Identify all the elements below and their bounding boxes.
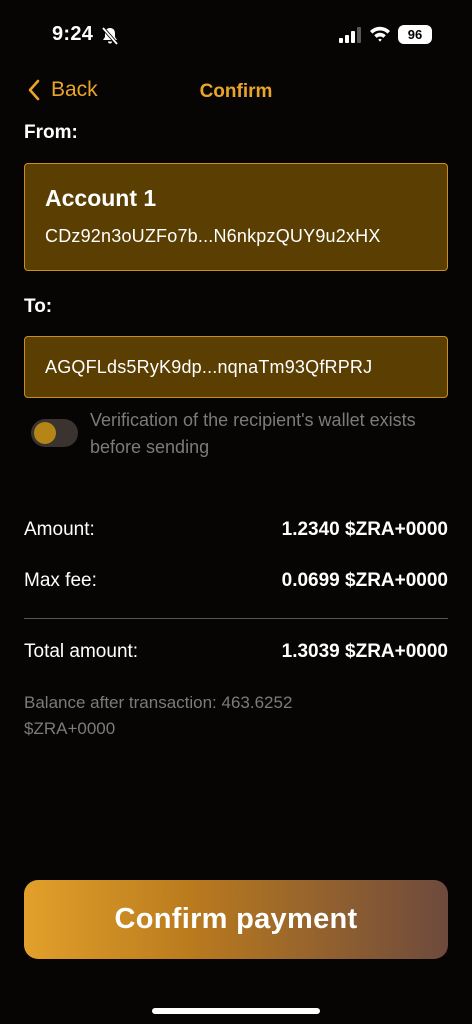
wifi-icon [370, 26, 390, 42]
nav-bar: Back Confirm [0, 72, 472, 112]
battery-indicator: 96 [398, 25, 432, 44]
total-label: Total amount: [24, 641, 139, 662]
status-bar: 9:24 96 [0, 0, 472, 62]
amount-row: Amount: 1.2340 $ZRA+0000 [24, 519, 448, 541]
fee-label: Max fee: [24, 570, 97, 591]
battery-level: 96 [407, 27, 423, 42]
bell-muted-icon [101, 26, 119, 46]
status-time: 9:24 [52, 23, 94, 45]
to-label: To: [24, 296, 53, 317]
confirm-payment-button[interactable]: Confirm payment [24, 880, 448, 959]
amount-value: 1.2340 $ZRA+0000 [281, 519, 448, 540]
balance-after-text: Balance after transaction: 463.6252 $ZRA… [24, 693, 293, 738]
to-address: AGQFLds5RyK9dp...nqnaTm93QfRPRJ [45, 356, 373, 377]
from-account-card: Account 1 CDz92n3oUZFo7b...N6nkpzQUY9u2x… [24, 163, 448, 271]
account-name: Account 1 [45, 185, 157, 211]
fee-row: Max fee: 0.0699 $ZRA+0000 [24, 570, 448, 592]
home-indicator [152, 1008, 320, 1014]
total-value: 1.3039 $ZRA+0000 [281, 641, 448, 662]
summary-divider [24, 618, 448, 619]
to-address-field[interactable]: AGQFLds5RyK9dp...nqnaTm93QfRPRJ [24, 336, 448, 398]
from-address: CDz92n3oUZFo7b...N6nkpzQUY9u2xHX [45, 226, 381, 246]
amount-label: Amount: [24, 519, 95, 540]
verification-toggle[interactable] [31, 419, 78, 447]
confirm-payment-label: Confirm payment [114, 903, 358, 935]
page-title: Confirm [199, 81, 273, 102]
cellular-signal-icon [339, 27, 361, 43]
total-row: Total amount: 1.3039 $ZRA+0000 [24, 641, 448, 663]
verification-text: Verification of the recipient's wallet e… [90, 410, 416, 457]
toggle-knob [34, 422, 56, 444]
fee-value: 0.0699 $ZRA+0000 [281, 570, 448, 591]
from-label: From: [24, 122, 78, 143]
